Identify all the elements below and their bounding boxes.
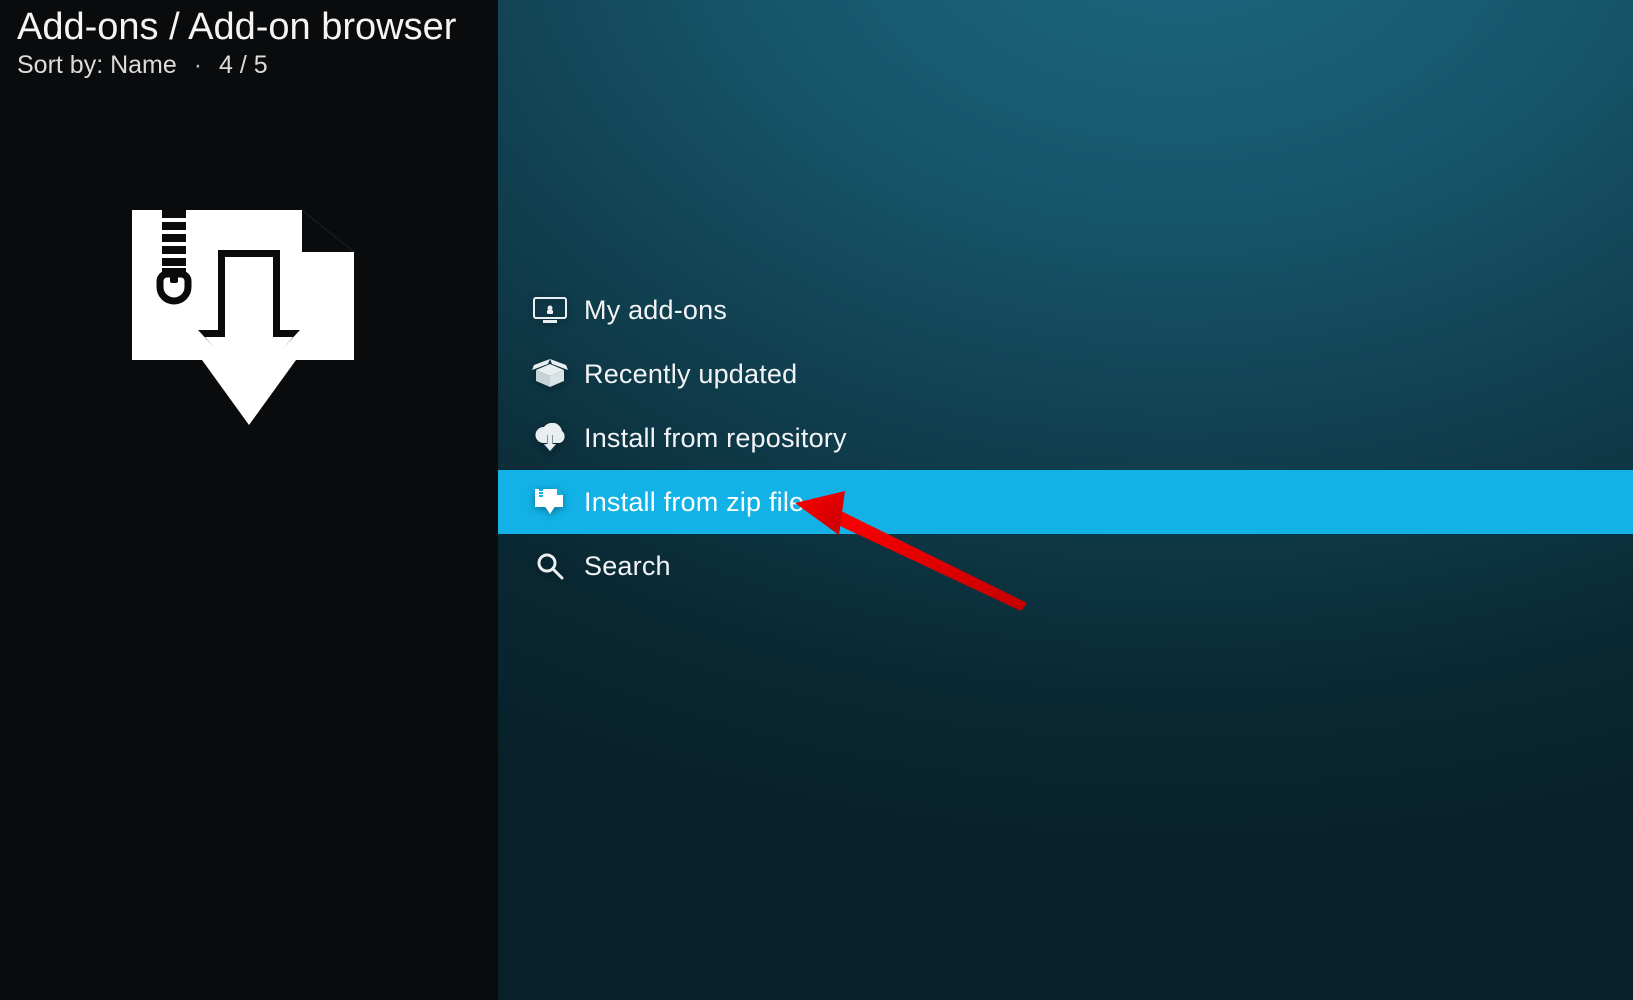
- breadcrumb: Add-ons / Add-on browser: [0, 0, 498, 49]
- menu-item-label: My add-ons: [584, 295, 727, 326]
- zip-file-download-icon: [132, 210, 354, 430]
- menu-item-label: Recently updated: [584, 359, 797, 390]
- cloud-download-icon: [516, 423, 584, 453]
- dot-separator: ·: [194, 51, 202, 79]
- side-panel: Add-ons / Add-on browser Sort by: Name ·…: [0, 0, 498, 1000]
- main-panel: My add-ons Recently updated: [498, 0, 1633, 1000]
- menu-item-label: Search: [584, 551, 671, 582]
- selection-preview-icon: [132, 210, 354, 430]
- menu-list: My add-ons Recently updated: [498, 278, 1633, 598]
- sort-line: Sort by: Name · 4 / 5: [0, 49, 498, 80]
- monitor-icon: [516, 296, 584, 324]
- open-box-icon: [516, 357, 584, 391]
- menu-item-recently-updated[interactable]: Recently updated: [498, 342, 1633, 406]
- search-icon: [516, 551, 584, 581]
- zip-file-download-icon: [516, 487, 584, 517]
- menu-item-install-from-repository[interactable]: Install from repository: [498, 406, 1633, 470]
- menu-item-search[interactable]: Search: [498, 534, 1633, 598]
- list-position: 4 / 5: [219, 51, 268, 79]
- sort-label: Sort by: Name: [17, 51, 177, 79]
- menu-item-label: Install from repository: [584, 423, 847, 454]
- menu-item-label: Install from zip file: [584, 487, 804, 518]
- menu-item-install-from-zip[interactable]: Install from zip file: [498, 470, 1633, 534]
- menu-item-my-addons[interactable]: My add-ons: [498, 278, 1633, 342]
